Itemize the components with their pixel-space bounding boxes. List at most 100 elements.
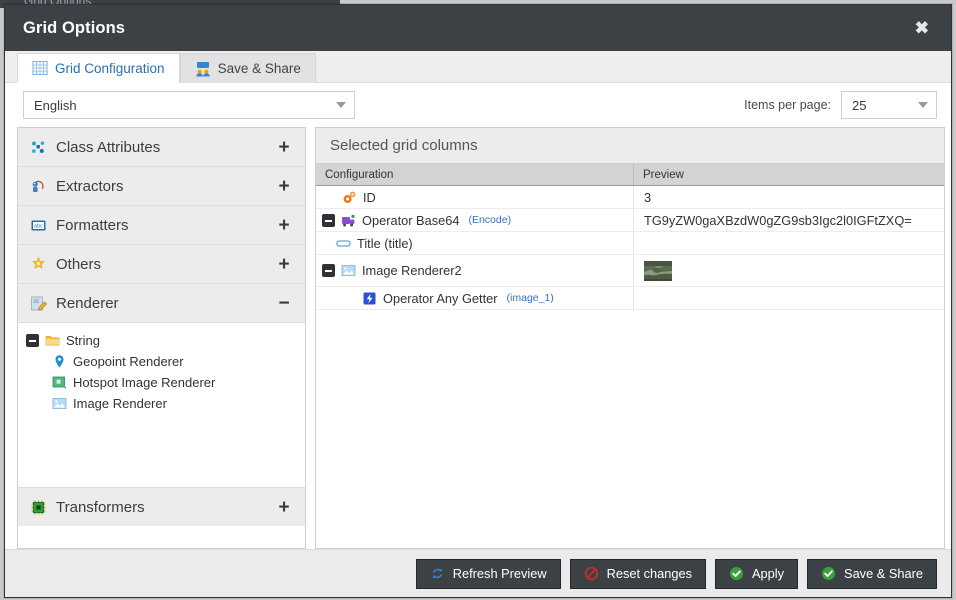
sidebar-section-label: Class Attributes <box>56 138 161 156</box>
others-icon <box>30 256 47 273</box>
sidebar-section-label: Transformers <box>56 498 145 516</box>
row-preview-cell: TG9yZW0gaXBzdW0gZG9sb3Igc2l0IGFtZXQ= <box>644 212 912 228</box>
tree-group-label: String <box>66 333 100 348</box>
collapse-icon[interactable] <box>26 334 39 347</box>
check-icon <box>729 566 744 581</box>
table-row[interactable]: Title (title) <box>316 232 944 255</box>
renderer-icon <box>30 295 48 312</box>
tab-grid-configuration-label: Grid Configuration <box>55 60 165 76</box>
items-per-page-select[interactable]: 25 <box>841 91 937 119</box>
tab-save-and-share-label: Save & Share <box>217 61 301 76</box>
table-row[interactable]: Image Renderer2 <box>316 255 944 287</box>
row-label-suffix: (image_1) <box>506 292 554 304</box>
tree-item-hotspot-image-renderer[interactable]: Hotspot Image Renderer <box>26 372 305 393</box>
table-row[interactable]: Operator Any Getter (image_1) <box>316 287 944 310</box>
sidebar-section-toggle[interactable]: + <box>277 138 291 157</box>
dialog-footer: Refresh Preview Reset changes Apply Save… <box>5 549 951 597</box>
operator-icon <box>341 213 356 228</box>
tree-item-image-renderer[interactable]: Image Renderer <box>26 393 305 414</box>
gears-icon <box>342 190 357 205</box>
tree-item-geopoint-renderer[interactable]: Geopoint Renderer <box>26 351 305 372</box>
sidebar-section-label: Extractors <box>56 177 124 195</box>
reset-changes-button[interactable]: Reset changes <box>569 558 707 589</box>
sidebar-section-others[interactable]: Others + <box>18 245 305 284</box>
tree-group-string[interactable]: String <box>26 330 305 351</box>
renderer-tree-panel: String Geopoint Renderer Hotspot Image R… <box>18 323 305 487</box>
sidebar-section-toggle[interactable]: + <box>277 177 291 196</box>
sidebar-section-extractors[interactable]: Extractors + <box>18 167 305 206</box>
collapse-icon[interactable] <box>322 264 335 277</box>
save-and-share-button[interactable]: Save & Share <box>807 558 937 589</box>
image-icon <box>52 396 67 411</box>
dialog-body: Class Attributes + Extractors + abc Form… <box>5 127 951 549</box>
chevron-down-icon <box>336 102 346 108</box>
column-header-configuration[interactable]: Configuration <box>316 164 634 185</box>
save-and-share-label: Save & Share <box>844 566 923 581</box>
getter-icon <box>362 291 377 306</box>
screen: Grid Options Grid Options ✖ <box>0 0 956 600</box>
formatters-icon: abc <box>30 217 47 234</box>
sidebar-section-label: Formatters <box>56 216 129 234</box>
apply-button[interactable]: Apply <box>715 558 799 589</box>
tabstrip: Grid Configuration Save & Share <box>5 51 951 83</box>
row-config-cell: Operator Base64 (Encode) <box>316 209 634 231</box>
row-config-cell: Operator Any Getter (image_1) <box>316 287 634 309</box>
dialog-title: Grid Options <box>23 18 126 37</box>
svg-text:abc: abc <box>34 223 43 229</box>
tab-grid-configuration[interactable]: Grid Configuration <box>17 53 180 83</box>
grid-body: ID 3 Operator Base64 (Encode) TG9yZW0gaX… <box>316 186 944 548</box>
tree-item-label: Image Renderer <box>73 396 167 411</box>
items-per-page-label: Items per page: <box>744 98 831 112</box>
language-select[interactable]: English <box>23 91 355 119</box>
row-label: Operator Any Getter <box>383 290 498 306</box>
check-icon <box>821 566 836 581</box>
refresh-icon <box>430 566 445 581</box>
grid-options-dialog: Grid Options ✖ Grid Configuration Save &… <box>4 4 952 598</box>
collapse-icon[interactable] <box>322 213 335 227</box>
hotspot-image-icon <box>52 375 67 390</box>
transformers-icon <box>30 499 47 516</box>
grid-icon <box>32 60 48 76</box>
close-icon[interactable]: ✖ <box>909 16 935 41</box>
row-preview-cell <box>634 255 944 286</box>
field-icon <box>336 236 351 251</box>
panel-title: Selected grid columns <box>316 128 944 164</box>
row-label: Title (title) <box>357 235 413 251</box>
geopoint-icon <box>52 354 67 369</box>
sidebar: Class Attributes + Extractors + abc Form… <box>17 127 306 549</box>
tab-save-and-share[interactable]: Save & Share <box>179 53 316 83</box>
table-row[interactable]: ID 3 <box>316 186 944 209</box>
toolbar: English Items per page: 25 <box>5 83 951 127</box>
sidebar-section-transformers[interactable]: Transformers + <box>18 487 305 526</box>
grid-header-row: Configuration Preview <box>316 164 944 186</box>
row-config-cell: Image Renderer2 <box>316 255 634 286</box>
image-icon <box>341 263 356 278</box>
table-row[interactable]: Operator Base64 (Encode) TG9yZW0gaXBzdW0… <box>316 209 944 232</box>
tree-item-label: Geopoint Renderer <box>73 354 184 369</box>
row-config-cell: ID <box>316 186 634 208</box>
items-per-page-value: 25 <box>852 97 867 113</box>
sidebar-section-class-attributes[interactable]: Class Attributes + <box>18 128 305 167</box>
folder-icon <box>45 333 60 348</box>
sidebar-section-formatters[interactable]: abc Formatters + <box>18 206 305 245</box>
reset-icon <box>584 566 599 581</box>
extractors-icon <box>30 178 47 195</box>
sidebar-section-toggle[interactable]: − <box>277 294 291 313</box>
sidebar-section-toggle[interactable]: + <box>277 498 291 517</box>
apply-label: Apply <box>752 566 785 581</box>
preview-thumbnail <box>644 260 672 281</box>
row-config-cell: Title (title) <box>316 232 634 254</box>
row-preview-cell: 3 <box>644 189 652 205</box>
row-preview-cell <box>634 287 944 309</box>
refresh-preview-label: Refresh Preview <box>452 566 547 581</box>
column-header-preview[interactable]: Preview <box>634 164 944 185</box>
sidebar-section-renderer[interactable]: Renderer − <box>18 284 305 323</box>
share-icon <box>195 61 211 77</box>
sidebar-section-toggle[interactable]: + <box>277 216 291 235</box>
dialog-titlebar: Grid Options ✖ <box>5 5 951 51</box>
selected-grid-columns-panel: Selected grid columns Configuration Prev… <box>315 127 945 549</box>
refresh-preview-button[interactable]: Refresh Preview <box>415 558 561 589</box>
sidebar-section-toggle[interactable]: + <box>277 255 291 274</box>
tree-item-label: Hotspot Image Renderer <box>73 375 216 390</box>
reset-changes-label: Reset changes <box>606 566 693 581</box>
